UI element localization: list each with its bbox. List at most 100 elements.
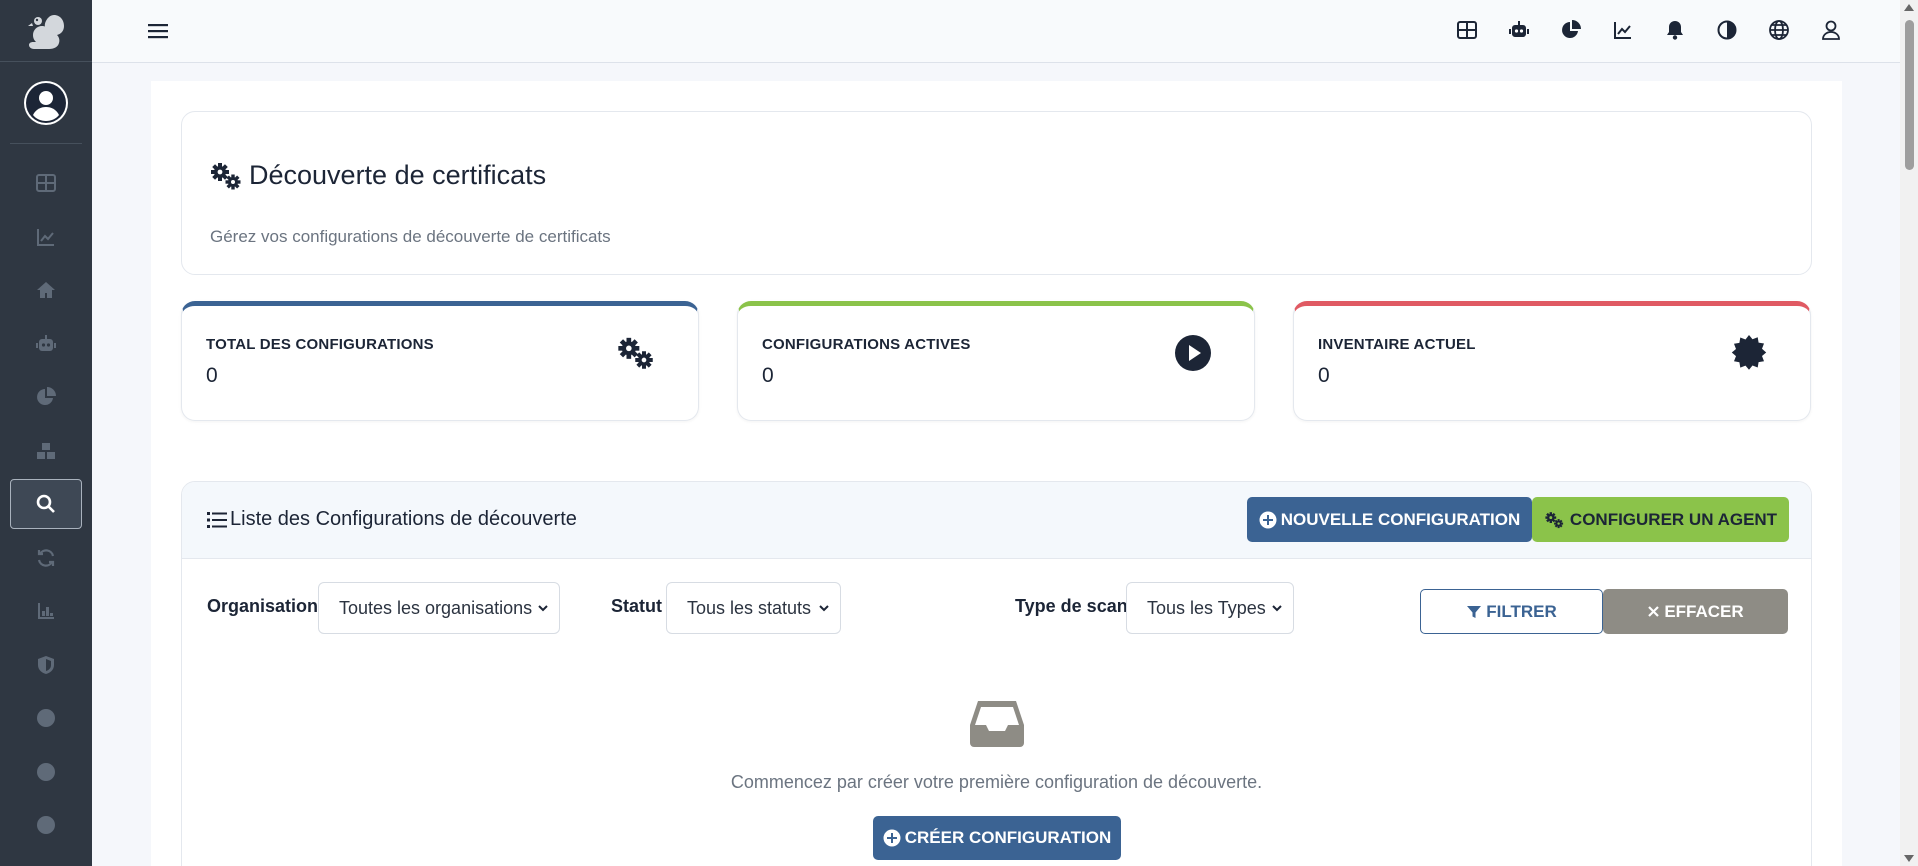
sidebar-item-extra-1[interactable] <box>10 693 82 743</box>
line-chart-icon <box>37 228 54 246</box>
type-select-value: Tous les Types <box>1147 597 1266 618</box>
sync-icon <box>37 548 55 567</box>
globe-icon <box>1769 20 1789 40</box>
sidebar-item-sync[interactable] <box>10 533 82 583</box>
list-title-row: Liste des Configurations de découverte <box>207 508 577 531</box>
robot-icon <box>1509 21 1529 37</box>
page-scrollbar[interactable] <box>1900 0 1918 866</box>
sidebar-item-extra-2[interactable] <box>10 747 82 797</box>
sidebar-item-statistics[interactable] <box>10 586 82 636</box>
new-configuration-label: NOUVELLE CONFIGURATION <box>1280 509 1521 529</box>
grid-icon <box>36 174 56 192</box>
line-chart-icon <box>1614 22 1631 39</box>
page-subtitle: Gérez vos configurations de découverte d… <box>210 227 611 246</box>
stat-label: TOTAL DES CONFIGURATIONS <box>206 336 434 353</box>
topbar-agents-button[interactable] <box>1505 16 1533 44</box>
page-header: Découverte de certificats Gérez vos conf… <box>181 111 1812 275</box>
search-icon <box>36 494 55 513</box>
sidebar-item-discovery[interactable] <box>10 479 82 529</box>
squirrel-logo-icon <box>28 14 64 49</box>
statut-select-value: Tous les statuts <box>687 597 812 618</box>
sidebar-item-home[interactable] <box>10 265 82 315</box>
shield-icon <box>38 655 54 674</box>
chevron-down-icon <box>819 605 829 612</box>
user-icon <box>1822 20 1840 40</box>
sidebar-item-extra-3[interactable] <box>10 800 82 850</box>
sidebar <box>0 0 92 866</box>
cogs-icon <box>1545 511 1564 528</box>
cogs-icon <box>618 337 653 369</box>
inbox-icon <box>969 701 1024 747</box>
menu-toggle-icon[interactable] <box>147 20 169 42</box>
type-select[interactable]: Tous les Types <box>1126 582 1294 634</box>
organisation-filter-label: Organisation <box>207 596 319 616</box>
topbar-theme-button[interactable] <box>1713 16 1741 44</box>
circle-icon <box>37 762 55 781</box>
filter-icon <box>1467 605 1482 618</box>
page-title: Découverte de certificats <box>249 160 547 190</box>
stat-icon-wrap <box>1172 332 1214 374</box>
sidebar-item-agents[interactable] <box>10 319 82 369</box>
stat-value: 0 <box>206 364 218 387</box>
stat-card-active: CONFIGURATIONS ACTIVES 0 <box>737 301 1255 421</box>
user-circle-icon <box>26 82 66 123</box>
stat-label: CONFIGURATIONS ACTIVES <box>762 336 971 353</box>
main-content: Découverte de certificats Gérez vos conf… <box>151 81 1842 866</box>
chevron-down-icon <box>1272 605 1282 612</box>
topbar-language-button[interactable] <box>1765 16 1793 44</box>
topbar-analytics-button[interactable] <box>1609 16 1637 44</box>
boxes-icon <box>37 442 55 459</box>
new-configuration-button[interactable]: NOUVELLE CONFIGURATION <box>1247 497 1532 542</box>
circle-icon <box>37 709 55 727</box>
contrast-icon <box>1717 20 1737 40</box>
topbar-dashboard-button[interactable] <box>1453 16 1481 44</box>
home-icon <box>37 282 55 298</box>
organisation-select-value: Toutes les organisations <box>339 597 533 618</box>
circle-icon <box>37 816 55 834</box>
clear-button-label: EFFACER <box>1664 601 1744 621</box>
organisation-select[interactable]: Toutes les organisations <box>318 582 560 634</box>
topbar-notifications-button[interactable] <box>1661 16 1689 44</box>
configure-agent-button[interactable]: CONFIGURER UN AGENT <box>1532 497 1789 542</box>
list-header: Liste des Configurations de découverte N… <box>182 482 1811 559</box>
config-list-panel: Liste des Configurations de découverte N… <box>181 481 1812 866</box>
sidebar-item-reports[interactable] <box>10 372 82 422</box>
pie-chart-icon <box>1562 20 1581 38</box>
sidebar-item-inventory[interactable] <box>10 426 82 476</box>
robot-icon <box>36 334 56 351</box>
sidebar-user[interactable] <box>10 62 82 144</box>
stat-card-inventory: INVENTAIRE ACTUEL 0 <box>1293 301 1811 421</box>
stat-value: 0 <box>762 364 774 387</box>
chevron-down-icon <box>538 605 548 612</box>
statut-filter-label: Statut <box>611 596 662 616</box>
create-configuration-button[interactable]: CRÉER CONFIGURATION <box>873 816 1121 860</box>
sidebar-item-analytics[interactable] <box>10 212 82 262</box>
list-icon <box>207 511 227 528</box>
empty-state: Commencez par créer votre première confi… <box>182 697 1811 793</box>
scroll-down-arrow-icon[interactable] <box>1904 855 1914 862</box>
bell-icon <box>1667 21 1683 40</box>
play-circle-icon <box>1175 335 1211 371</box>
scroll-thumb[interactable] <box>1905 20 1914 170</box>
app-logo[interactable] <box>0 0 92 62</box>
sidebar-item-security[interactable] <box>10 640 82 690</box>
bar-chart-icon <box>38 603 54 619</box>
stat-value: 0 <box>1318 364 1330 387</box>
plus-circle-icon <box>1259 511 1277 528</box>
sidebar-item-dashboard[interactable] <box>10 158 82 208</box>
configure-agent-label: CONFIGURER UN AGENT <box>1569 509 1778 529</box>
filter-button[interactable]: FILTRER <box>1420 589 1603 634</box>
topbar-profile-button[interactable] <box>1817 16 1845 44</box>
plus-circle-icon <box>883 829 901 847</box>
type-filter-label: Type de scan <box>1015 596 1128 616</box>
topbar-reports-button[interactable] <box>1557 16 1585 44</box>
stat-label: INVENTAIRE ACTUEL <box>1318 336 1476 353</box>
avatar[interactable] <box>24 80 68 125</box>
stat-icon-wrap <box>1728 332 1770 374</box>
scroll-up-arrow-icon[interactable] <box>1904 4 1914 11</box>
filter-button-label: FILTRER <box>1486 601 1557 621</box>
clear-button[interactable]: EFFACER <box>1603 589 1788 634</box>
close-icon <box>1648 606 1660 617</box>
grid-icon <box>1457 21 1477 39</box>
statut-select[interactable]: Tous les statuts <box>666 582 841 634</box>
